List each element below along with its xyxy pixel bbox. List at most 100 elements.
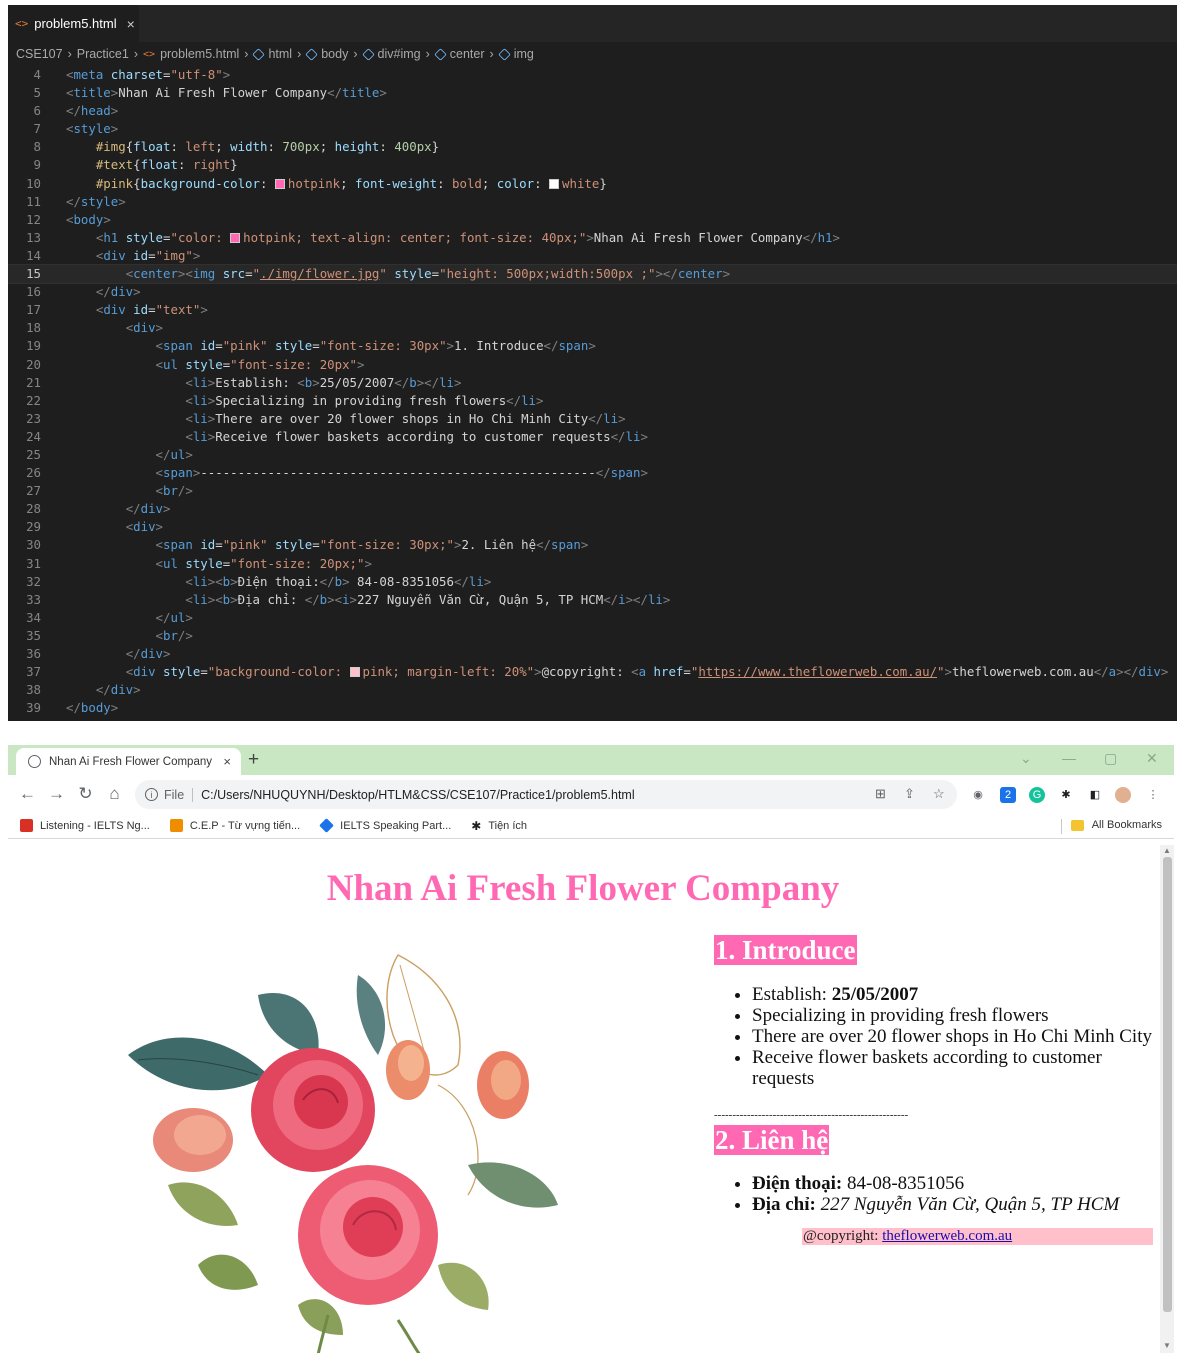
code-line[interactable]: 26 <span>-------------------------------… (8, 464, 1177, 482)
code-line[interactable]: 14 <div id="img"> (8, 247, 1177, 265)
code-line[interactable]: 37 <div style="background-color: pink; m… (8, 663, 1177, 681)
puzzle-icon[interactable]: ✱ (1058, 787, 1074, 803)
bookmark-listening[interactable]: Listening - IELTS Ng... (20, 819, 150, 832)
code-line[interactable]: 8 #img{float: left; width: 700px; height… (8, 138, 1177, 156)
bookmark-cep[interactable]: C.E.P - Từ vựng tiến... (169, 819, 300, 832)
breadcrumb-item-cse107[interactable]: CSE107 (16, 47, 63, 61)
back-button[interactable]: ← (13, 784, 42, 804)
establish-label: Establish: (752, 984, 832, 1005)
code-line[interactable]: 31 <ul style="font-size: 20px;"> (8, 555, 1177, 573)
close-window-icon[interactable]: ✕ (1146, 750, 1158, 767)
bookmark-extensions[interactable]: ✱ Tiện ích (471, 819, 527, 833)
color-swatch[interactable] (349, 667, 360, 678)
breadcrumb-item-practice1[interactable]: Practice1 (77, 47, 129, 61)
code-line[interactable]: 29 <div> (8, 518, 1177, 536)
minimize-icon[interactable]: — (1062, 750, 1076, 766)
sidebar-icon[interactable]: ◧ (1087, 787, 1103, 803)
code-line[interactable]: 24 <li>Receive flower baskets according … (8, 428, 1177, 446)
code-line[interactable]: 38 </div> (8, 681, 1177, 699)
breadcrumb-item-img[interactable]: img (514, 47, 534, 61)
scroll-down-icon[interactable]: ▼ (1163, 1341, 1171, 1350)
code-token: > (103, 211, 111, 227)
breadcrumb-item-body[interactable]: body (321, 47, 348, 61)
code-line[interactable]: 23 <li>There are over 20 flower shops in… (8, 410, 1177, 428)
code-line[interactable]: 36 </div> (8, 645, 1177, 663)
code-line[interactable]: 27 <br/> (8, 482, 1177, 500)
code-line[interactable]: 22 <li>Specializing in providing fresh f… (8, 392, 1177, 410)
scroll-thumb[interactable] (1163, 857, 1172, 1312)
reload-button[interactable]: ↻ (71, 784, 100, 804)
code-token: div (110, 682, 134, 698)
close-icon[interactable]: × (223, 754, 231, 769)
star-icon[interactable]: ☆ (933, 786, 945, 802)
code-token: style (73, 121, 111, 137)
info-icon[interactable]: i (145, 788, 158, 801)
code-line[interactable]: 25 </ul> (8, 446, 1177, 464)
menu-kebab-icon[interactable]: ⋮ (1145, 787, 1161, 803)
new-tab-button[interactable]: + (248, 749, 259, 771)
code-token: >< (207, 573, 223, 589)
scrollbar[interactable]: ▲ ▼ (1160, 845, 1174, 1353)
code-token: style (394, 266, 432, 282)
color-swatch[interactable] (274, 178, 285, 189)
share-icon[interactable]: ⇪ (904, 786, 915, 802)
grammarly-icon[interactable]: G (1029, 787, 1045, 803)
code-token: > (364, 555, 372, 571)
code-line[interactable]: 34 </ul> (8, 609, 1177, 627)
editor-tab-problem5[interactable]: <> problem5.html × (8, 5, 139, 42)
code-line[interactable]: 39 </body> (8, 699, 1177, 717)
code-line[interactable]: 6 </head> (8, 102, 1177, 120)
code-line[interactable]: 35 <br/> (8, 627, 1177, 645)
code-line[interactable]: 28 </div> (8, 500, 1177, 518)
close-icon[interactable]: × (127, 16, 135, 32)
code-line[interactable]: 11 </style> (8, 193, 1177, 211)
code-line[interactable]: 13 <h1 style="color: hotpink; text-align… (8, 229, 1177, 247)
code-line[interactable]: 4 <meta charset="utf-8"> (8, 66, 1177, 84)
page-viewport[interactable]: Nhan Ai Fresh Flower Company 1. Introduc… (8, 845, 1158, 1353)
code-line[interactable]: 16 </div> (8, 283, 1177, 301)
camera-icon[interactable]: ◉ (970, 787, 986, 803)
code-line[interactable]: 17 <div id="text"> (8, 301, 1177, 319)
line-number: 14 (26, 247, 41, 263)
avatar[interactable] (1115, 787, 1131, 803)
code-token: center (677, 266, 723, 282)
breadcrumb-item-file[interactable]: problem5.html (160, 47, 239, 61)
color-swatch[interactable] (230, 232, 241, 243)
code-token: = (215, 338, 223, 354)
translate-icon[interactable]: ⊞ (875, 786, 886, 802)
code-line[interactable]: 32 <li><b>Điện thoại:</b> 84-08-8351056<… (8, 573, 1177, 591)
code-line[interactable]: 15 <center><img src="./img/flower.jpg" s… (8, 264, 1177, 285)
code-token: style (125, 229, 164, 245)
code-line[interactable]: 9 #text{float: right} (8, 156, 1177, 174)
home-button[interactable]: ⌂ (100, 784, 129, 804)
color-swatch[interactable] (549, 178, 560, 189)
line-number: 12 (26, 211, 41, 227)
breadcrumb-item-div-img[interactable]: div#img (378, 47, 421, 61)
breadcrumb-item-center[interactable]: center (450, 47, 485, 61)
address-url[interactable]: C:/Users/NHUQUYNH/Desktop/HTLM&CSS/CSE10… (201, 788, 634, 802)
code-line[interactable]: 20 <ul style="font-size: 20px"> (8, 356, 1177, 374)
copyright-link[interactable]: theflowerweb.com.au (882, 1228, 1012, 1244)
code-area[interactable]: 4 <meta charset="utf-8"> 5 <title>Nhan Ai F… (8, 66, 1177, 717)
extension-badge-icon[interactable]: 2 (1000, 787, 1016, 803)
code-line[interactable]: 7 <style> (8, 120, 1177, 138)
breadcrumb-item-html[interactable]: html (268, 47, 292, 61)
restore-icon[interactable]: ▢ (1104, 750, 1117, 767)
chevron-down-icon[interactable]: ⌄ (1020, 750, 1032, 767)
code-line[interactable]: 33 <li><b>Địa chỉ: </b><i>227 Nguyễn Văn… (8, 591, 1177, 609)
code-line[interactable]: 5 <title>Nhan Ai Fresh Flower Company</ti… (8, 84, 1177, 102)
scroll-up-icon[interactable]: ▲ (1163, 846, 1171, 855)
browser-tab[interactable]: Nhan Ai Fresh Flower Company × (16, 748, 241, 775)
forward-button[interactable]: → (42, 784, 71, 804)
bookmark-ielts-speaking[interactable]: IELTS Speaking Part... (319, 818, 451, 833)
code-line[interactable]: 30 <span id="pink" style="font-size: 30p… (8, 536, 1177, 554)
code-line[interactable]: 18 <div> (8, 319, 1177, 337)
address-bar[interactable]: i File C:/Users/NHUQUYNH/Desktop/HTLM&CS… (135, 780, 957, 809)
code-line[interactable]: 10 #pink{background-color: hotpink; font… (8, 175, 1177, 193)
code-line[interactable]: 19 <span id="pink" style="font-size: 30p… (8, 337, 1177, 355)
code-line[interactable]: 21 <li>Establish: <b>25/05/2007</b></li> (8, 374, 1177, 392)
code-line[interactable]: 12 <body> (8, 211, 1177, 229)
all-bookmarks-button[interactable]: All Bookmarks (1070, 819, 1162, 831)
code-token: br (163, 483, 178, 499)
